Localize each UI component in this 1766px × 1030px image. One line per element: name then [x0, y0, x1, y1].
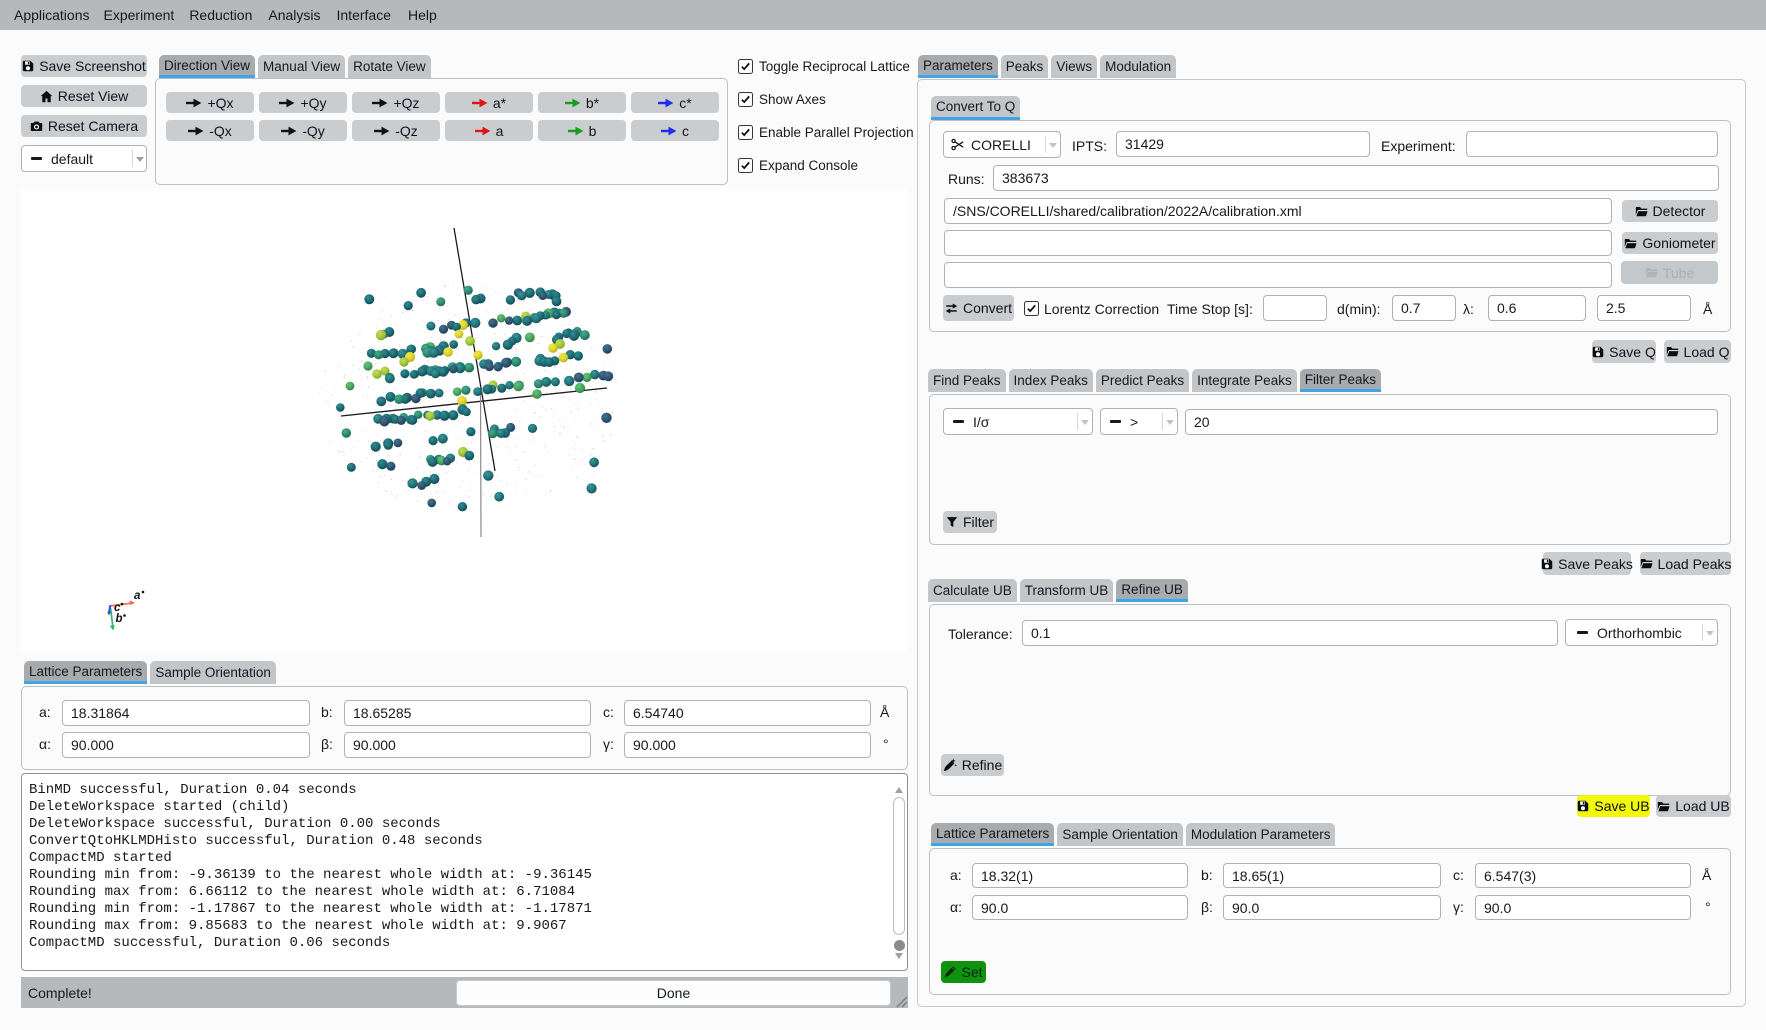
svg-text:b: b: [116, 613, 123, 625]
svg-text:a: a: [134, 590, 141, 602]
